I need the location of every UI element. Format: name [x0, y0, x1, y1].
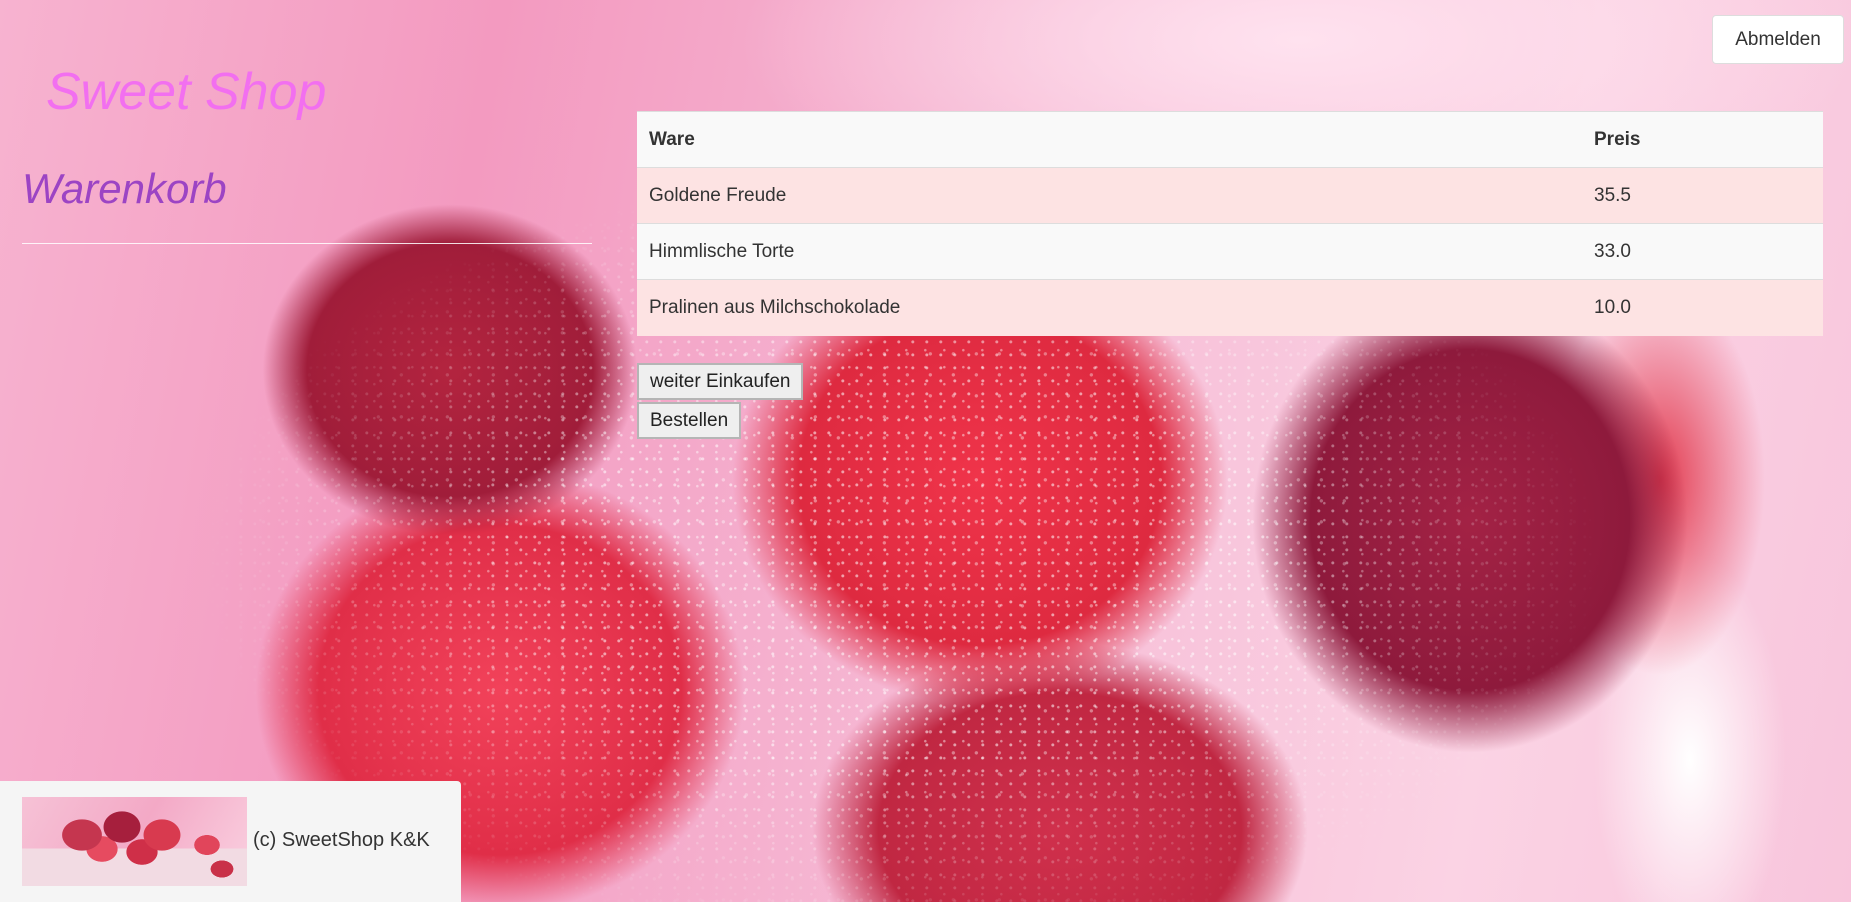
title-divider [22, 243, 592, 244]
candy-thumbnail-image [22, 797, 247, 886]
cell-preis: 33.0 [1582, 223, 1823, 280]
cell-ware: Himmlische Torte [637, 223, 1582, 280]
table-row: Himmlische Torte 33.0 [637, 223, 1823, 280]
order-button[interactable]: Bestellen [637, 402, 742, 439]
table-row: Pralinen aus Milchschokolade 10.0 [637, 279, 1823, 336]
cell-preis: 10.0 [1582, 279, 1823, 336]
continue-shopping-button[interactable]: weiter Einkaufen [637, 363, 804, 400]
cart-table: Ware Preis Goldene Freude 35.5 Himmlisch… [637, 111, 1823, 336]
cell-ware: Pralinen aus Milchschokolade [637, 279, 1582, 336]
table-header-row: Ware Preis [637, 111, 1823, 168]
logout-button[interactable]: Abmelden [1712, 15, 1844, 64]
footer: (c) SweetShop K&K [0, 781, 461, 902]
brand-logo-text: Sweet Shop [46, 63, 327, 121]
page-title: Warenkorb [22, 165, 227, 212]
copyright-text: (c) SweetShop K&K [253, 829, 430, 851]
column-header-preis: Preis [1582, 111, 1823, 168]
cell-preis: 35.5 [1582, 167, 1823, 224]
column-header-ware: Ware [637, 111, 1582, 168]
table-row: Goldene Freude 35.5 [637, 167, 1823, 224]
cell-ware: Goldene Freude [637, 167, 1582, 224]
